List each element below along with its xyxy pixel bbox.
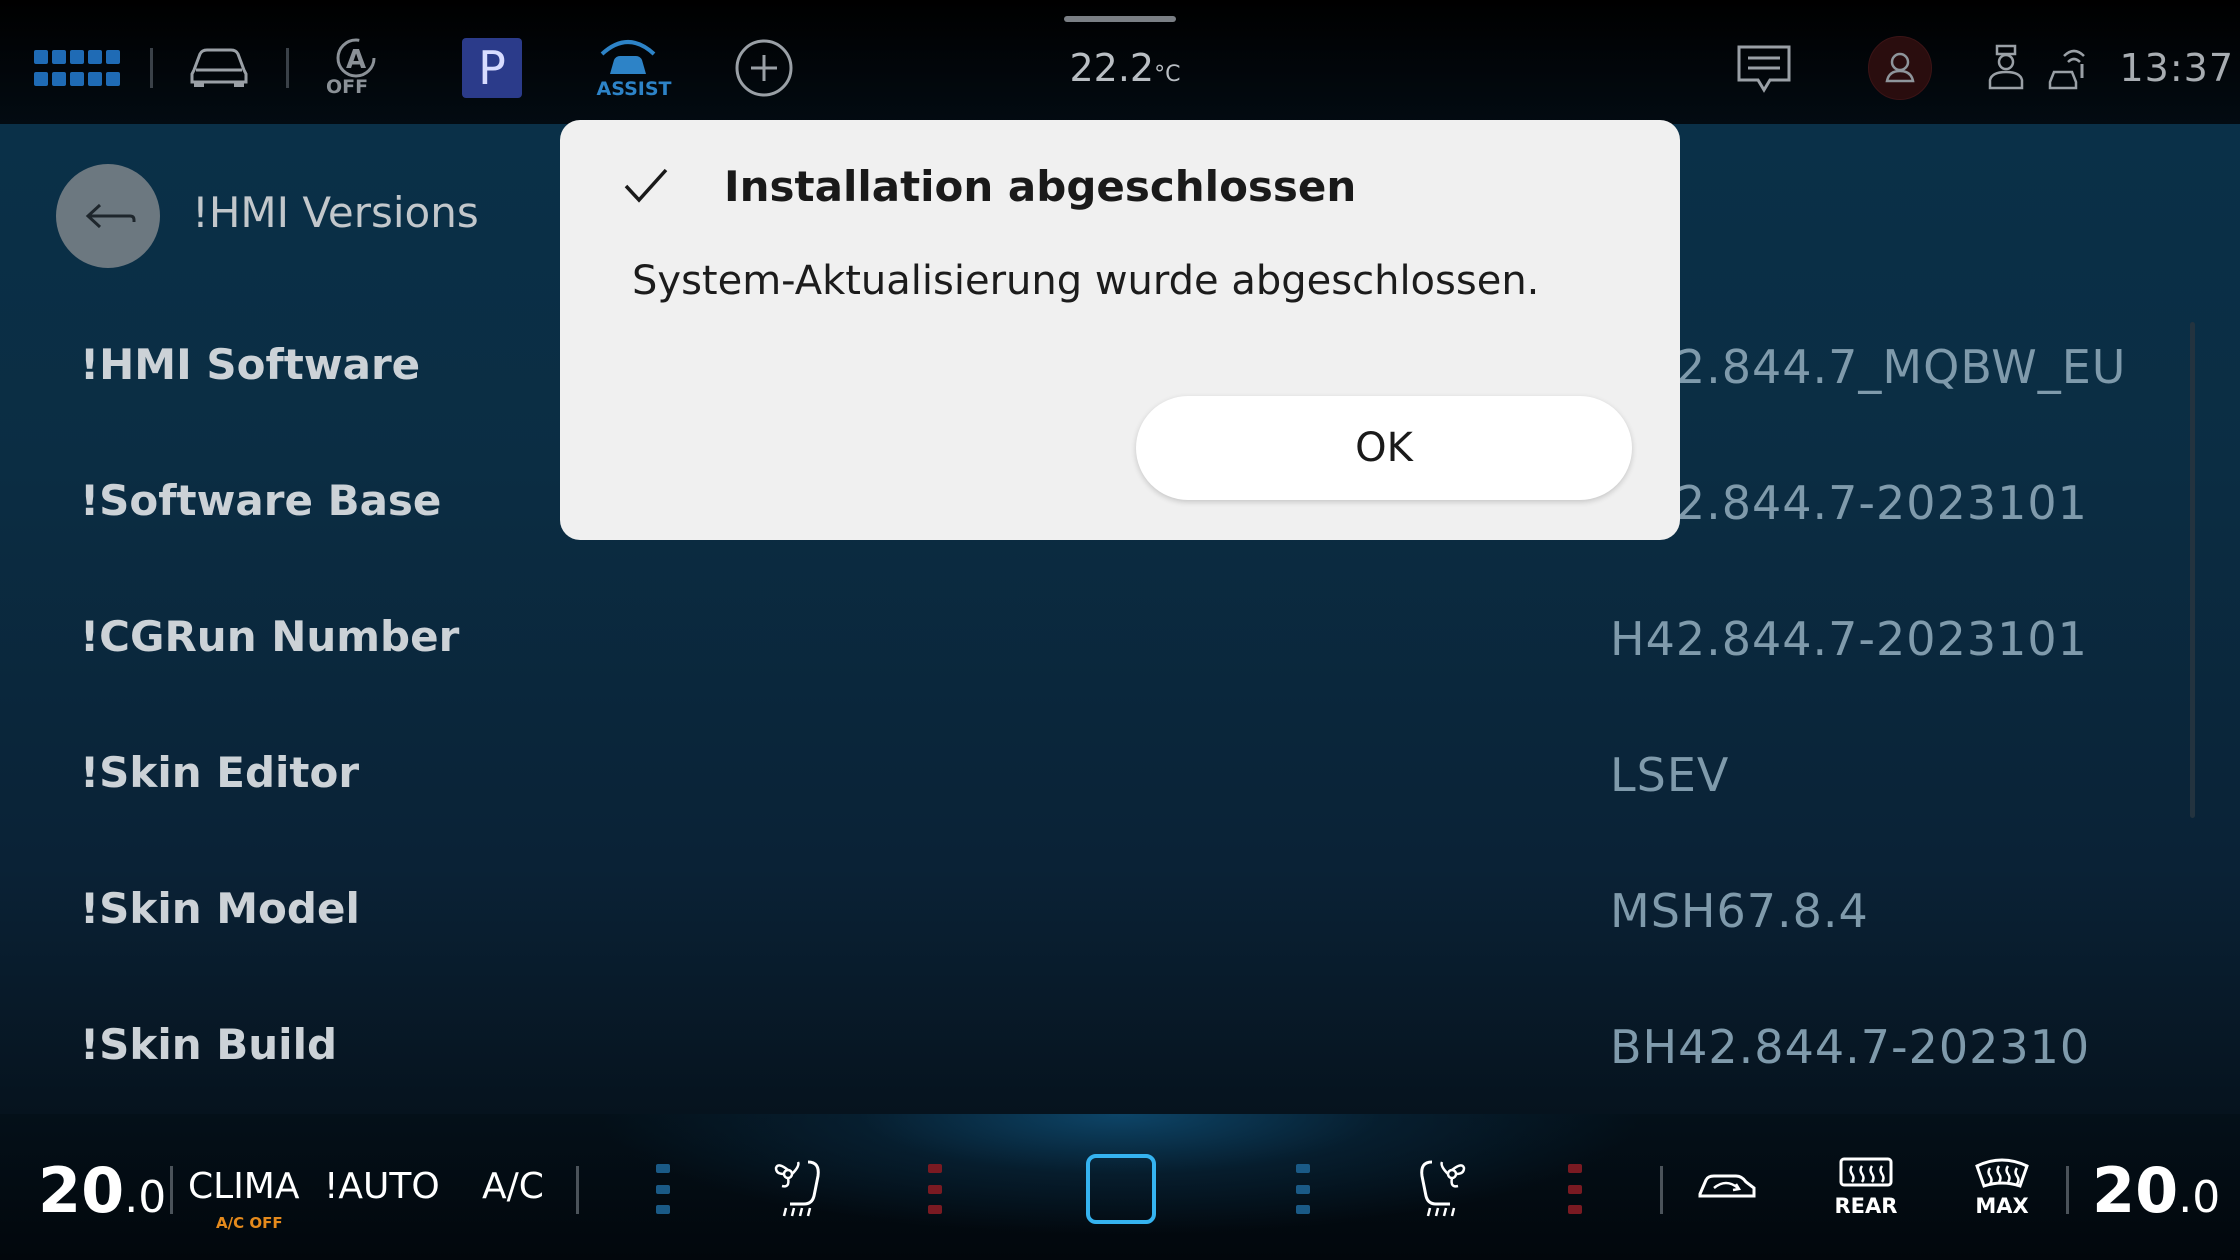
- passenger-temperature[interactable]: 20.0: [2092, 1154, 2220, 1227]
- row-label: !Skin Build: [80, 1020, 338, 1069]
- auto-hold-off-icon[interactable]: A OFF: [326, 38, 386, 98]
- passenger-seat-ventilation-icon[interactable]: [1412, 1156, 1472, 1222]
- driver-temperature[interactable]: 20.0: [38, 1154, 166, 1227]
- passenger-seat-ventilation-level: [1296, 1164, 1310, 1214]
- passenger-temp-int: 20: [2092, 1154, 2179, 1227]
- max-defrost-button[interactable]: MAX: [1970, 1156, 2034, 1218]
- version-row-skin-model: !Skin Model MSH67.8.4: [0, 884, 2240, 1020]
- row-value: H42.844.7-2023101: [1610, 476, 2088, 530]
- ok-button[interactable]: OK: [1136, 396, 1632, 500]
- climate-separator: [576, 1166, 579, 1214]
- outside-temperature: 22.2°C: [1060, 46, 1190, 90]
- row-label: !HMI Software: [80, 340, 421, 389]
- row-value: LSEV: [1610, 748, 1730, 802]
- driver-temp-dec: .0: [124, 1172, 167, 1223]
- climate-bar: 20.0 CLIMA A/C OFF !AUTO A/C REAR MAX 20…: [0, 1114, 2240, 1260]
- svg-text:A: A: [346, 45, 366, 75]
- rear-defrost-icon: [1839, 1157, 1893, 1187]
- checkmark-icon: [624, 168, 668, 203]
- installation-complete-dialog: Installation abgeschlossen System-Aktual…: [560, 120, 1680, 540]
- clock: 13:37: [2119, 46, 2234, 90]
- connectivity-icon[interactable]: [2046, 46, 2086, 94]
- ac-off-indicator: A/C OFF: [216, 1214, 283, 1232]
- climate-separator: [170, 1166, 173, 1214]
- user-icon: [1885, 52, 1915, 83]
- drag-handle[interactable]: [1064, 16, 1176, 22]
- row-label: !Skin Model: [80, 884, 360, 933]
- recirculation-icon[interactable]: [1696, 1168, 1758, 1208]
- row-value: BH42.844.7-202310: [1610, 1020, 2091, 1074]
- back-button[interactable]: [56, 164, 160, 268]
- home-button[interactable]: [1086, 1154, 1156, 1224]
- back-arrow-icon: [85, 203, 136, 229]
- ac-button[interactable]: A/C: [482, 1166, 544, 1207]
- row-value: MSH67.8.4: [1610, 884, 1869, 938]
- add-icon[interactable]: [734, 38, 794, 98]
- message-icon[interactable]: [1736, 44, 1792, 98]
- version-row-cgrun-number: !CGRun Number H42.844.7-2023101: [0, 612, 2240, 748]
- row-label: !CGRun Number: [80, 612, 460, 661]
- dialog-title: Installation abgeschlossen: [724, 162, 1357, 211]
- temp-unit: °C: [1154, 62, 1181, 87]
- max-defrost-label: MAX: [1975, 1194, 2029, 1218]
- row-value: H42.844.7-2023101: [1610, 612, 2088, 666]
- windshield-defrost-icon: [1975, 1158, 2029, 1188]
- climate-separator: [1660, 1166, 1663, 1214]
- apps-grid-icon[interactable]: [34, 50, 120, 86]
- climate-separator: [2066, 1166, 2069, 1214]
- status-bar: A OFF P ASSIST 22.2°C 13:37: [0, 0, 2240, 124]
- rear-defrost-label: REAR: [1834, 1194, 1898, 1218]
- status-separator: [286, 48, 289, 88]
- row-label: !Skin Editor: [80, 748, 360, 797]
- version-row-skin-editor: !Skin Editor LSEV: [0, 748, 2240, 884]
- driver-temp-int: 20: [38, 1154, 125, 1227]
- page-title: !HMI Versions: [192, 188, 479, 237]
- parking-button[interactable]: P: [462, 38, 522, 98]
- row-value: H42.844.7_MQBW_EU: [1610, 340, 2127, 394]
- row-label: !Software Base: [80, 476, 442, 525]
- passenger-seat-heat-level: [1568, 1164, 1582, 1214]
- passenger-temp-dec: .0: [2178, 1172, 2221, 1223]
- assist-icon[interactable]: [596, 34, 660, 84]
- assist-label: ASSIST: [596, 78, 672, 100]
- driver-profile-icon[interactable]: [1986, 44, 2026, 96]
- clima-button[interactable]: CLIMA: [188, 1166, 300, 1207]
- driver-seat-ventilation-level: [656, 1164, 670, 1214]
- car-icon[interactable]: [188, 44, 250, 92]
- driver-seat-ventilation-icon[interactable]: [768, 1156, 828, 1222]
- auto-hold-off-label: OFF: [326, 76, 369, 98]
- dialog-message: System-Aktualisierung wurde abgeschlosse…: [632, 258, 1540, 304]
- outside-temp-value: 22.2: [1069, 46, 1155, 90]
- status-separator: [150, 48, 153, 88]
- scrollbar[interactable]: [2190, 322, 2195, 818]
- auto-button[interactable]: !AUTO: [324, 1166, 440, 1207]
- rear-defrost-button[interactable]: REAR: [1834, 1156, 1898, 1218]
- user-profile-button[interactable]: [1868, 36, 1932, 100]
- driver-seat-heat-level: [928, 1164, 942, 1214]
